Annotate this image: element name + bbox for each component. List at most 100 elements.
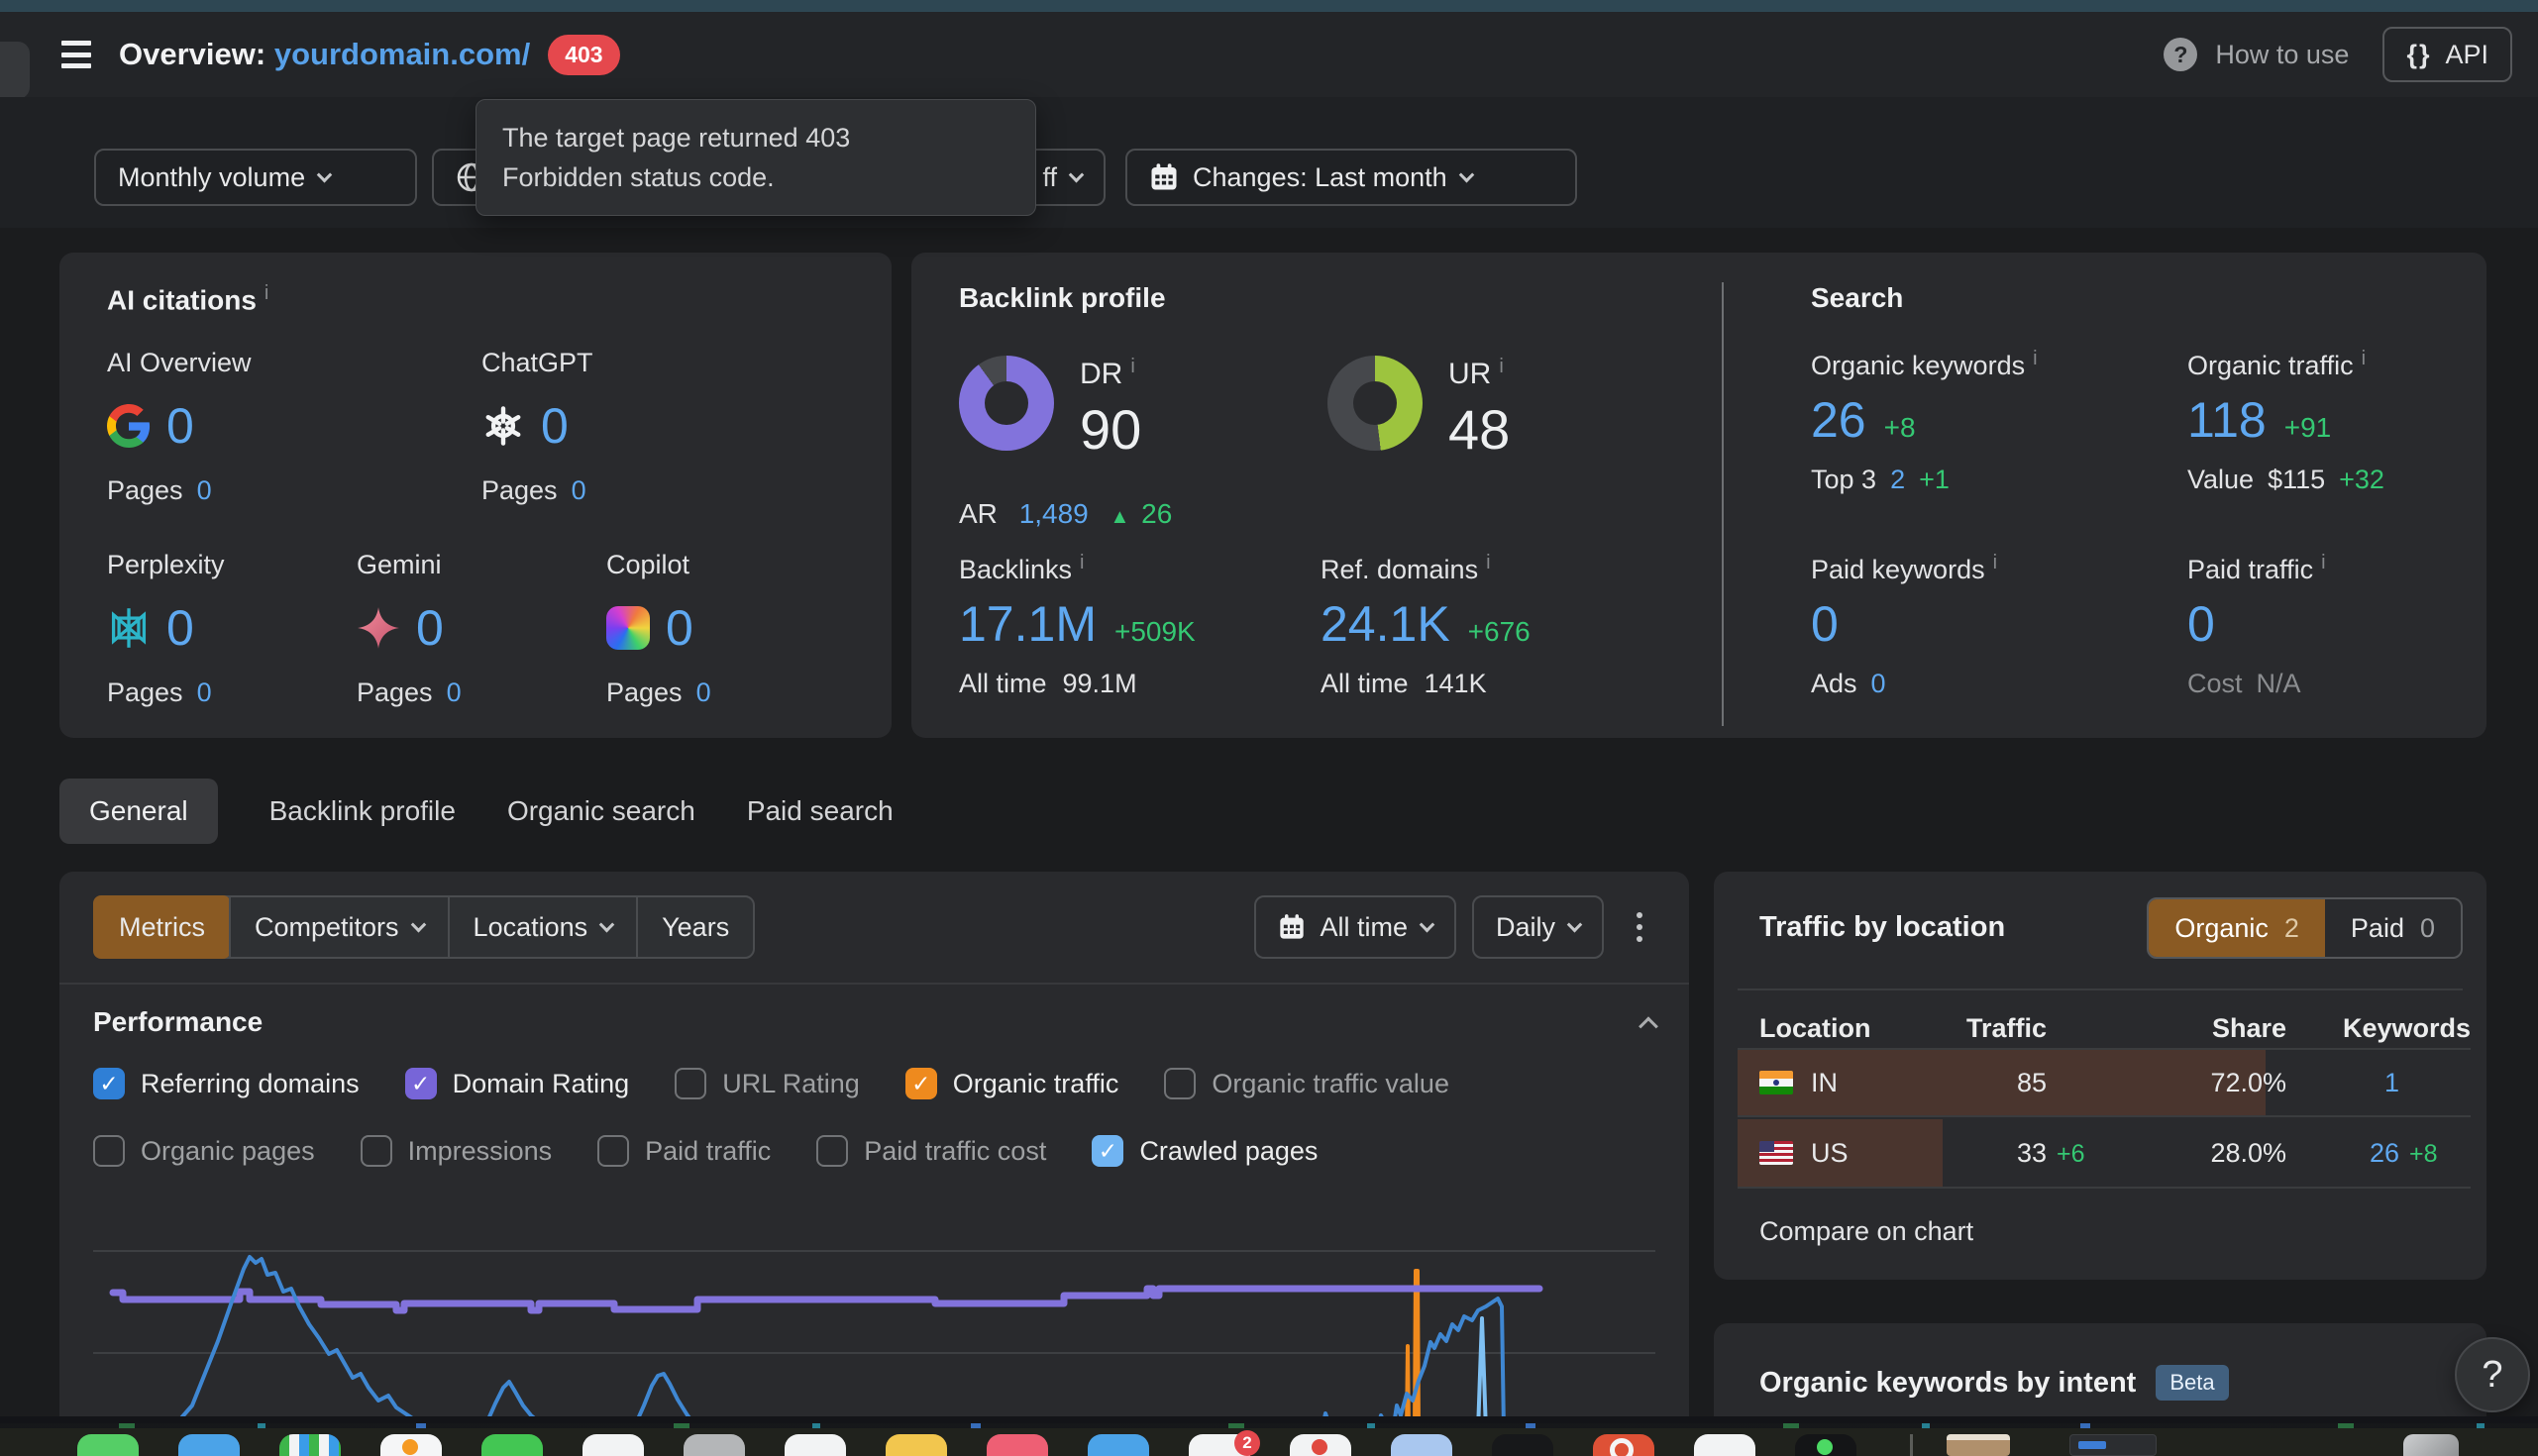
- dock-app-icon[interactable]: [886, 1434, 947, 1456]
- dock-app-icon[interactable]: [1694, 1434, 1755, 1456]
- info-icon[interactable]: i: [1993, 552, 1997, 573]
- dock-app-icon[interactable]: [1088, 1434, 1149, 1456]
- dock-app-icon[interactable]: [1391, 1434, 1452, 1456]
- changes-dropdown[interactable]: Changes: Last month: [1125, 149, 1577, 206]
- hamburger-menu-icon[interactable]: [61, 41, 91, 68]
- info-icon[interactable]: i: [1486, 552, 1490, 573]
- keywords-link[interactable]: 1: [2384, 1068, 2399, 1098]
- granularity-dropdown[interactable]: Daily: [1472, 895, 1604, 959]
- dock-app-icon[interactable]: [380, 1434, 442, 1456]
- top3-value-link[interactable]: 2: [1890, 465, 1905, 495]
- ads-value-link[interactable]: 0: [1871, 669, 1886, 699]
- us-flag-icon: [1759, 1141, 1793, 1165]
- copilot-value: 0: [666, 599, 693, 657]
- dock-app-icon[interactable]: [178, 1434, 240, 1456]
- date-range-dropdown[interactable]: All time: [1254, 895, 1456, 959]
- dock-app-icon[interactable]: [1593, 1434, 1654, 1456]
- compare-on-chart-link[interactable]: Compare on chart: [1759, 1216, 1973, 1247]
- refdomains-metric: Ref. domainsi 24.1K +676 All time141K: [1321, 552, 1531, 699]
- perplexity-metric: Perplexity 0 Pages0: [107, 550, 225, 708]
- paid-traffic-metric: Paid traffici 0 Cost N/A: [2187, 552, 2326, 699]
- info-icon[interactable]: i: [1080, 552, 1084, 573]
- collapse-chevron-icon[interactable]: [1639, 1016, 1658, 1036]
- backlink-profile-section: Backlink profile DRi 90 URi 48 AR 1,489 …: [911, 253, 1722, 738]
- pages-count-link[interactable]: 0: [197, 475, 212, 506]
- tab-organic-search[interactable]: Organic search: [507, 795, 695, 827]
- kebab-menu-icon[interactable]: [1620, 895, 1659, 959]
- dr-value: 90: [1080, 397, 1141, 462]
- dock-app-icon[interactable]: [1492, 1434, 1553, 1456]
- checkbox-domain-rating[interactable]: Domain Rating: [405, 1068, 630, 1099]
- segment-competitors[interactable]: Competitors: [229, 897, 448, 957]
- dock-app-icon[interactable]: [1290, 1434, 1351, 1456]
- info-icon[interactable]: i: [2362, 348, 2366, 369]
- info-icon[interactable]: i: [2321, 552, 2325, 573]
- ai-overview-metric: AI Overview 0 Pages0: [107, 348, 252, 506]
- dock-window-thumbnail[interactable]: [2069, 1434, 2157, 1456]
- backlinks-alltime-value: 99.1M: [1063, 669, 1137, 699]
- info-icon[interactable]: i: [2033, 348, 2037, 369]
- organic-traffic-value-link[interactable]: 118: [2187, 391, 2267, 449]
- dock-photo-thumbnail[interactable]: [1947, 1434, 2010, 1456]
- toggle-paid[interactable]: Paid0: [2325, 899, 2461, 957]
- chevron-down-icon: [599, 916, 615, 932]
- monthly-volume-dropdown[interactable]: Monthly volume: [94, 149, 417, 206]
- paid-traffic-value-link[interactable]: 0: [2187, 596, 2215, 652]
- dock-app-icon[interactable]: [1795, 1434, 1856, 1456]
- location-row-us[interactable]: US 33+6 28.0% 26+8: [1738, 1119, 2471, 1189]
- keywords-link[interactable]: 26: [2370, 1138, 2399, 1169]
- dock-app-icon[interactable]: [684, 1434, 745, 1456]
- toggle-organic[interactable]: Organic2: [2149, 899, 2325, 957]
- dock-app-icon[interactable]: [987, 1434, 1048, 1456]
- dock-app-icon[interactable]: [582, 1434, 644, 1456]
- checkbox-impressions[interactable]: Impressions: [361, 1135, 553, 1167]
- dock-app-icon[interactable]: [279, 1434, 341, 1456]
- checkbox-url-rating[interactable]: URL Rating: [675, 1068, 860, 1099]
- checkbox-crawled-pages[interactable]: Crawled pages: [1092, 1135, 1318, 1167]
- paid-keywords-value-link[interactable]: 0: [1811, 596, 1839, 652]
- ai-overview-value: 0: [166, 397, 194, 455]
- organic-keywords-value-link[interactable]: 26: [1811, 391, 1866, 449]
- status-badge[interactable]: 403: [548, 35, 619, 75]
- backlinks-value-link[interactable]: 17.1M: [959, 595, 1097, 653]
- checkbox-paid-traffic-cost[interactable]: Paid traffic cost: [816, 1135, 1046, 1167]
- dock-app-icon[interactable]: [785, 1434, 846, 1456]
- tab-paid-search[interactable]: Paid search: [747, 795, 894, 827]
- how-to-use-link[interactable]: How to use: [2215, 40, 2349, 70]
- pages-count-link[interactable]: 0: [447, 677, 462, 708]
- segment-metrics[interactable]: Metrics: [93, 895, 231, 959]
- checkbox-organic-pages[interactable]: Organic pages: [93, 1135, 315, 1167]
- target-domain-link[interactable]: yourdomain.com/: [274, 37, 530, 71]
- pages-count-link[interactable]: 0: [197, 677, 212, 708]
- checkbox-organic-traffic-value[interactable]: Organic traffic value: [1164, 1068, 1449, 1099]
- dock-trash-icon[interactable]: [2403, 1434, 2459, 1456]
- location-row-in[interactable]: IN 85 72.0% 1: [1738, 1048, 2471, 1117]
- segment-years[interactable]: Years: [636, 897, 753, 957]
- dock-app-icon[interactable]: [77, 1434, 139, 1456]
- checkbox-paid-traffic[interactable]: Paid traffic: [597, 1135, 771, 1167]
- tab-backlink-profile[interactable]: Backlink profile: [269, 795, 456, 827]
- floating-help-button[interactable]: ?: [2455, 1337, 2530, 1412]
- api-button[interactable]: {} API: [2382, 27, 2512, 82]
- triangle-up-icon: ▲: [1110, 506, 1130, 528]
- divider: [1738, 988, 2463, 990]
- dock-app-icon[interactable]: 2: [1189, 1434, 1250, 1456]
- segment-locations[interactable]: Locations: [448, 897, 637, 957]
- info-icon[interactable]: i: [1130, 356, 1134, 377]
- checkbox-organic-traffic[interactable]: Organic traffic: [905, 1068, 1119, 1099]
- side-drawer-handle[interactable]: [0, 42, 30, 99]
- pages-count-link[interactable]: 0: [572, 475, 586, 506]
- info-icon[interactable]: i: [264, 282, 268, 304]
- tab-general[interactable]: General: [59, 779, 218, 844]
- traffic-by-location-title: Traffic by location: [1759, 911, 2005, 944]
- ar-value-link[interactable]: 1,489: [1019, 498, 1089, 529]
- page-title: Overview: yourdomain.com/: [119, 37, 530, 72]
- info-icon[interactable]: i: [1499, 356, 1503, 377]
- checkbox-referring-domains[interactable]: Referring domains: [93, 1068, 360, 1099]
- dock-app-icon[interactable]: [481, 1434, 543, 1456]
- google-icon: [107, 404, 151, 448]
- browser-top-strip: [0, 0, 2538, 12]
- perplexity-icon: [107, 606, 151, 650]
- pages-count-link[interactable]: 0: [696, 677, 711, 708]
- refdomains-value-link[interactable]: 24.1K: [1321, 595, 1450, 653]
